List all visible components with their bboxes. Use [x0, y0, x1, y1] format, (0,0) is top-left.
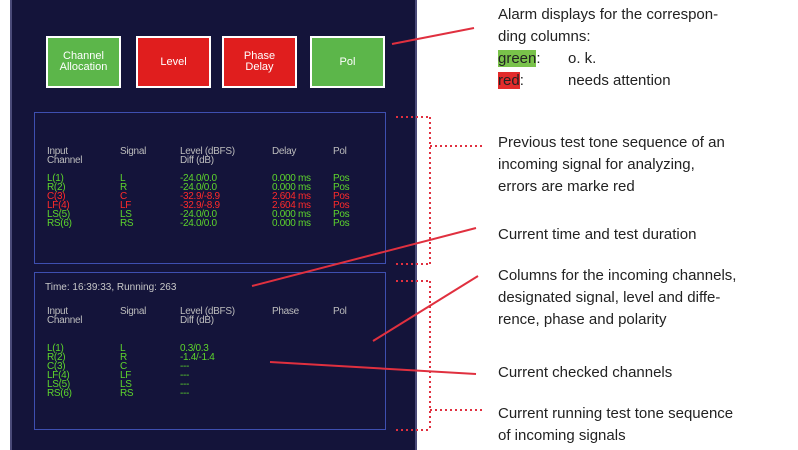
legend-green-key: green: [498, 50, 537, 67]
time-readout: Time: 16:39:33, Running: 263: [45, 282, 177, 293]
annotation-alarm-line1: Alarm displays for the correspon-: [498, 6, 719, 23]
annotation-columns-line3: rence, phase and polarity: [498, 311, 667, 328]
header-signal: Signal: [120, 146, 146, 157]
header-delay: Delay: [272, 146, 297, 157]
alarm-phase-delay[interactable]: Phase Delay: [222, 36, 297, 88]
header-input-channel: Input Channel: [47, 146, 83, 166]
header-phase: Phase: [272, 306, 299, 317]
cur-cell-signal: RS: [120, 388, 134, 399]
prev-cell-signal: RS: [120, 218, 134, 229]
header-input-channel: Input Channel: [47, 306, 83, 326]
alarm-level[interactable]: Level: [136, 36, 211, 88]
annotation-columns-line2: designated signal, level and diffe-: [498, 289, 721, 306]
annotation-running: Current running test tone sequence of in…: [498, 403, 733, 447]
annotation-running-line2: of incoming signals: [498, 427, 626, 444]
annotation-previous-line2: incoming signal for analyzing,: [498, 156, 695, 173]
alarm-channel-allocation[interactable]: Channel Allocation: [46, 36, 121, 88]
prev-cell-level: -24.0/0.0: [180, 218, 217, 229]
annotation-columns: Columns for the incoming channels, desig…: [498, 265, 736, 331]
annotation-alarm-line2: ding columns:: [498, 28, 591, 45]
prev-cell-pol: Pos: [333, 218, 350, 229]
annotation-checked: Current checked channels: [498, 364, 673, 381]
legend-green-text: o. k.: [568, 50, 597, 67]
annotation-running-line1: Current running test tone sequence: [498, 405, 734, 422]
cur-cell-level: ---: [180, 388, 190, 399]
monitor-screen: Channel Allocation Level Phase Delay Pol…: [10, 0, 417, 450]
annotation-previous: Previous test tone sequence of an incomi…: [498, 132, 725, 198]
legend-red-key: red: [498, 72, 520, 89]
alarm-pol[interactable]: Pol: [310, 36, 385, 88]
header-pol: Pol: [333, 306, 347, 317]
annotation-alarm: Alarm displays for the correspon- ding c…: [498, 4, 718, 92]
legend-green-row: green: o. k.: [498, 48, 718, 70]
header-pol: Pol: [333, 146, 347, 157]
annotation-time: Current time and test duration: [498, 226, 697, 243]
legend-red-text: needs attention: [568, 72, 671, 89]
annotation-previous-line3: errors are marke red: [498, 178, 635, 195]
header-signal: Signal: [120, 306, 146, 317]
annotation-columns-line1: Columns for the incoming channels,: [498, 267, 737, 284]
legend-red-row: red: needs attention: [498, 70, 718, 92]
prev-cell-channel: RS(6): [47, 218, 72, 229]
cur-cell-channel: RS(6): [47, 388, 72, 399]
header-level: Level (dBFS) Diff (dB): [180, 306, 235, 326]
previous-sequence-panel: Input Channel Signal Level (dBFS) Diff (…: [34, 112, 386, 264]
prev-cell-delay: 0.000 ms: [272, 218, 311, 229]
annotation-previous-line1: Previous test tone sequence of an: [498, 134, 725, 151]
header-level: Level (dBFS) Diff (dB): [180, 146, 235, 166]
current-sequence-panel: Time: 16:39:33, Running: 263 Input Chann…: [34, 272, 386, 430]
